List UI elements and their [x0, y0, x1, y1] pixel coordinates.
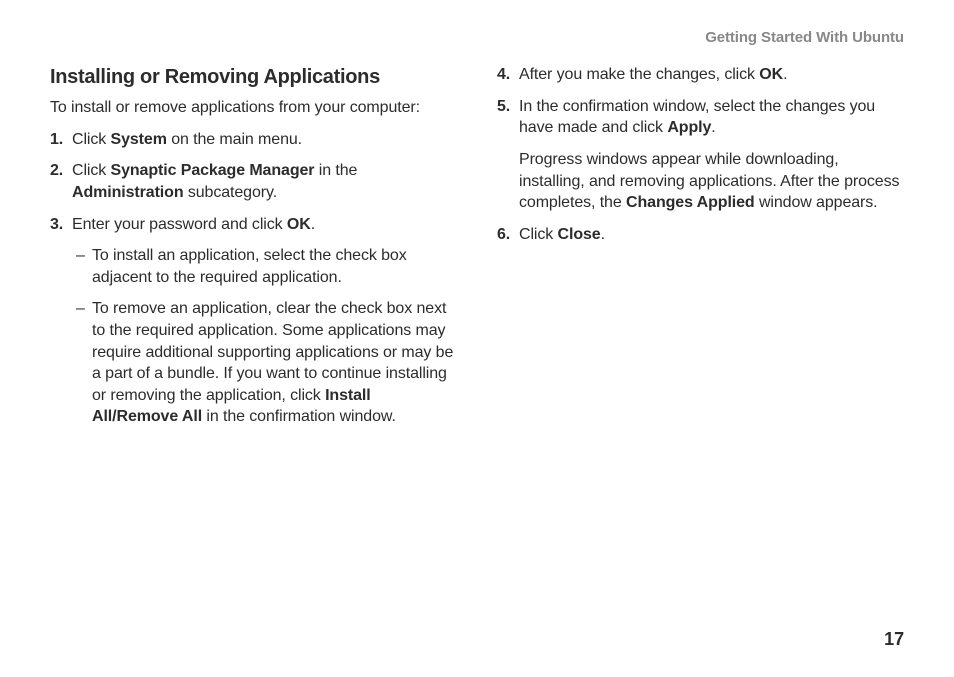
- left-column: Installing or Removing Applications To i…: [50, 64, 457, 438]
- step-number: 3.: [50, 214, 63, 236]
- text-run: subcategory.: [184, 184, 278, 201]
- step-1: 1. Click System on the main menu.: [50, 129, 457, 151]
- dash-icon: –: [76, 245, 85, 267]
- two-column-layout: Installing or Removing Applications To i…: [50, 64, 904, 438]
- step-text: Click System on the main menu.: [72, 131, 302, 148]
- step-text: Click Close.: [519, 226, 605, 243]
- bold-run: Administration: [72, 184, 184, 201]
- step-2: 2. Click Synaptic Package Manager in the…: [50, 160, 457, 203]
- dash-icon: –: [76, 298, 85, 320]
- step-3: 3. Enter your password and click OK. – T…: [50, 214, 457, 428]
- text-run: in the: [314, 162, 357, 179]
- step-4: 4. After you make the changes, click OK.: [497, 64, 904, 86]
- step-number: 4.: [497, 64, 510, 86]
- text-run: After you make the changes, click: [519, 66, 759, 83]
- text-run: .: [311, 216, 315, 233]
- bold-run: System: [111, 131, 167, 148]
- step-5-note: Progress windows appear while downloadin…: [519, 149, 904, 214]
- text-run: on the main menu.: [167, 131, 302, 148]
- step-6: 6. Click Close.: [497, 224, 904, 246]
- bold-run: Close: [558, 226, 601, 243]
- bold-run: Changes Applied: [626, 194, 755, 211]
- text-run: .: [783, 66, 787, 83]
- text-run: window appears.: [755, 194, 878, 211]
- document-page: Getting Started With Ubuntu Installing o…: [0, 0, 954, 677]
- right-column: 4. After you make the changes, click OK.…: [497, 64, 904, 438]
- steps-list-right: 4. After you make the changes, click OK.…: [497, 64, 904, 245]
- step-number: 5.: [497, 96, 510, 118]
- substep-install: – To install an application, select the …: [72, 245, 457, 288]
- text-run: Click: [72, 131, 111, 148]
- chapter-header: Getting Started With Ubuntu: [50, 28, 904, 48]
- text-run: Click: [519, 226, 558, 243]
- step-5: 5. In the confirmation window, select th…: [497, 96, 904, 214]
- step-number: 6.: [497, 224, 510, 246]
- step-number: 1.: [50, 129, 63, 151]
- bold-run: Synaptic Package Manager: [111, 162, 315, 179]
- substep-text: To remove an application, clear the chec…: [92, 300, 453, 425]
- section-title: Installing or Removing Applications: [50, 64, 457, 91]
- steps-list-left: 1. Click System on the main menu. 2. Cli…: [50, 129, 457, 428]
- step-text: Click Synaptic Package Manager in the Ad…: [72, 162, 357, 201]
- page-number: 17: [884, 627, 904, 651]
- step-text: After you make the changes, click OK.: [519, 66, 787, 83]
- bold-run: Apply: [667, 119, 711, 136]
- section-intro: To install or remove applications from y…: [50, 97, 457, 119]
- text-run: To remove an application, clear the chec…: [92, 300, 453, 403]
- text-run: in the confirmation window.: [202, 408, 396, 425]
- substep-remove: – To remove an application, clear the ch…: [72, 298, 457, 428]
- text-run: Enter your password and click: [72, 216, 287, 233]
- step-text: In the confirmation window, select the c…: [519, 98, 875, 137]
- substep-text: To install an application, select the ch…: [92, 247, 407, 286]
- text-run: .: [711, 119, 715, 136]
- text-run: Click: [72, 162, 111, 179]
- text-run: .: [601, 226, 605, 243]
- bold-run: OK: [287, 216, 311, 233]
- step-number: 2.: [50, 160, 63, 182]
- step-text: Enter your password and click OK.: [72, 216, 315, 233]
- bold-run: OK: [759, 66, 783, 83]
